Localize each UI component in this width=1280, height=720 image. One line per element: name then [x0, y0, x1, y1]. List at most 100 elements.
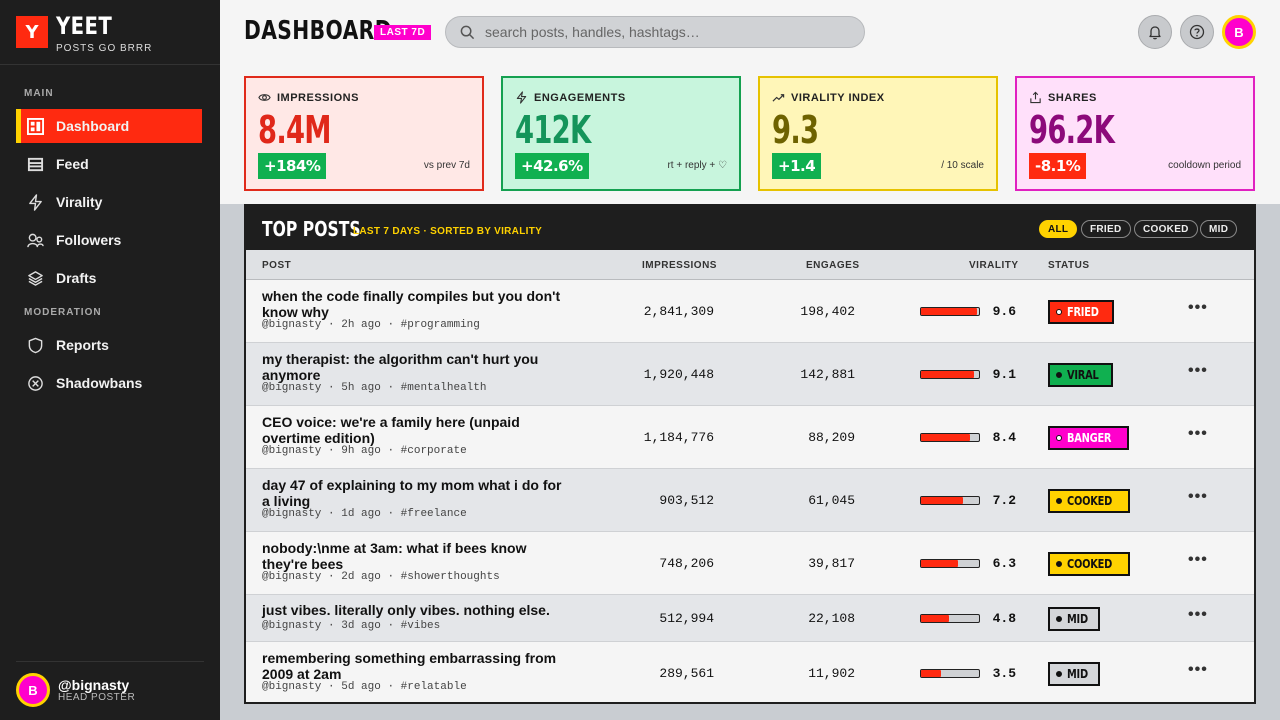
shield-icon	[26, 336, 44, 354]
sidebar-item-shadowbans[interactable]: Shadowbans	[16, 366, 202, 400]
post-hashtag[interactable]: #vibes	[401, 620, 441, 632]
table-row[interactable]: just vibes. literally only vibes. nothin…	[246, 595, 1254, 642]
avatar[interactable]: B	[16, 673, 50, 707]
post-title[interactable]: nobody:\nme at 3am: what if bees know th…	[262, 540, 572, 572]
post-title[interactable]: just vibes. literally only vibes. nothin…	[262, 602, 572, 618]
column-header-status[interactable]: STATUS	[1048, 260, 1090, 271]
meta-separator: ·	[380, 319, 401, 331]
stat-card-virality-index[interactable]: VIRALITY INDEX 9.3 +1.4 / 10 scale	[758, 76, 998, 191]
post-title[interactable]: when the code finally compiles but you d…	[262, 288, 572, 320]
more-options-icon[interactable]: •••	[1188, 551, 1208, 569]
status-label: BANGER	[1067, 430, 1112, 445]
virality-score: 6.3	[992, 555, 1016, 571]
table-row[interactable]: nobody:\nme at 3am: what if bees know th…	[246, 532, 1254, 595]
virality-bar-fill	[921, 307, 977, 315]
table-row[interactable]: day 47 of explaining to my mom what i do…	[246, 469, 1254, 532]
status-dot	[1056, 308, 1062, 315]
stat-value: 96.2K	[1029, 108, 1115, 152]
sidebar-item-virality[interactable]: Virality	[16, 185, 202, 219]
post-handle[interactable]: @bignasty	[262, 620, 321, 632]
date-range-badge[interactable]: LAST 7D	[374, 25, 432, 40]
post-hashtag[interactable]: #mentalhealth	[401, 382, 487, 394]
stat-label: SHARES	[1029, 91, 1097, 104]
table-row[interactable]: my therapist: the algorithm can't hurt y…	[246, 343, 1254, 406]
sidebar-section-moderation: MODERATION	[24, 307, 102, 318]
sidebar-item-reports[interactable]: Reports	[16, 328, 202, 362]
search-bar[interactable]	[445, 16, 865, 48]
more-options-icon[interactable]: •••	[1188, 299, 1208, 317]
impressions-value: 1,184,776	[643, 429, 714, 445]
post-handle[interactable]: @bignasty	[262, 445, 321, 457]
post-time: 9h ago	[341, 445, 381, 457]
stat-card-impressions[interactable]: IMPRESSIONS 8.4M +184% vs prev 7d	[244, 76, 484, 191]
stat-label: ENGAGEMENTS	[515, 91, 626, 104]
stat-note: / 10 scale	[941, 160, 984, 171]
table-header: POST IMPRESSIONS ENGAGES VIRALITY STATUS	[246, 250, 1254, 280]
x-circle-icon	[26, 374, 44, 392]
stat-delta: -8.1%	[1029, 153, 1087, 179]
table-row[interactable]: remembering something embarrassing from …	[246, 642, 1254, 702]
sidebar-item-followers[interactable]: Followers	[16, 223, 202, 257]
column-header-post[interactable]: POST	[262, 260, 291, 271]
virality-bar	[920, 613, 980, 623]
post-title[interactable]: CEO voice: we're a family here (unpaid o…	[262, 414, 572, 446]
search-input[interactable]	[485, 24, 855, 40]
sidebar-item-drafts[interactable]: Drafts	[16, 261, 202, 295]
sidebar-item-label: Followers	[56, 232, 122, 248]
filter-fried[interactable]: FRIED	[1081, 220, 1131, 238]
post-meta: @bignasty · 5h ago · #mentalhealth	[262, 382, 486, 394]
more-options-icon[interactable]: •••	[1188, 661, 1208, 679]
post-meta: @bignasty · 1d ago · #freelance	[262, 508, 467, 520]
post-handle[interactable]: @bignasty	[262, 681, 321, 693]
page-title: DASHBOARD	[244, 16, 392, 46]
status-label: COOKED	[1067, 493, 1112, 508]
column-header-engages[interactable]: ENGAGES	[806, 260, 860, 271]
dashboard-icon	[26, 117, 44, 135]
status-badge: COOKED	[1048, 488, 1130, 513]
stat-note: vs prev 7d	[423, 160, 470, 171]
post-handle[interactable]: @bignasty	[262, 508, 321, 520]
filter-all[interactable]: ALL	[1039, 220, 1078, 238]
stat-card-shares[interactable]: SHARES 96.2K -8.1% cooldown period	[1015, 76, 1255, 191]
more-options-icon[interactable]: •••	[1188, 488, 1208, 506]
avatar[interactable]: B	[1222, 15, 1256, 49]
table-row[interactable]: when the code finally compiles but you d…	[246, 280, 1254, 343]
status-dot	[1056, 670, 1062, 677]
status-badge: COOKED	[1048, 551, 1130, 576]
filter-mid[interactable]: MID	[1200, 220, 1238, 238]
post-hashtag[interactable]: #freelance	[401, 508, 467, 520]
post-handle[interactable]: @bignasty	[262, 319, 321, 331]
stat-delta: +1.4	[772, 153, 822, 179]
post-title[interactable]: my therapist: the algorithm can't hurt y…	[262, 351, 572, 383]
engages-value: 22,108	[808, 610, 855, 626]
post-handle[interactable]: @bignasty	[262, 382, 321, 394]
engages-value: 88,209	[808, 429, 855, 445]
filter-cooked[interactable]: COOKED	[1134, 220, 1198, 238]
table-row[interactable]: CEO voice: we're a family here (unpaid o…	[246, 406, 1254, 469]
column-header-virality[interactable]: VIRALITY	[969, 260, 1019, 271]
more-options-icon[interactable]: •••	[1188, 606, 1208, 624]
post-handle[interactable]: @bignasty	[262, 571, 321, 583]
post-hashtag[interactable]: #corporate	[401, 445, 467, 457]
stat-card-engagements[interactable]: ENGAGEMENTS 412K +42.6% rt + reply + ♡	[501, 76, 741, 191]
stat-label: VIRALITY INDEX	[772, 91, 885, 104]
column-header-impressions[interactable]: IMPRESSIONS	[642, 260, 717, 271]
status-badge: BANGER	[1048, 425, 1129, 450]
status-dot	[1056, 434, 1062, 441]
post-title[interactable]: remembering something embarrassing from …	[262, 650, 572, 682]
impressions-value: 903,512	[659, 492, 714, 508]
sidebar-item-dashboard[interactable]: Dashboard	[16, 109, 202, 143]
more-options-icon[interactable]: •••	[1188, 362, 1208, 380]
post-hashtag[interactable]: #relatable	[401, 681, 467, 693]
virality-bar	[920, 432, 980, 442]
post-hashtag[interactable]: #programming	[401, 319, 480, 331]
meta-separator: ·	[321, 319, 342, 331]
post-title[interactable]: day 47 of explaining to my mom what i do…	[262, 477, 572, 509]
more-options-icon[interactable]: •••	[1188, 425, 1208, 443]
brand-logo[interactable]: Y	[16, 16, 48, 48]
impressions-value: 1,920,448	[643, 366, 714, 382]
help-button[interactable]	[1180, 15, 1214, 49]
post-hashtag[interactable]: #showerthoughts	[401, 571, 500, 583]
notifications-button[interactable]	[1138, 15, 1172, 49]
sidebar-item-feed[interactable]: Feed	[16, 147, 202, 181]
